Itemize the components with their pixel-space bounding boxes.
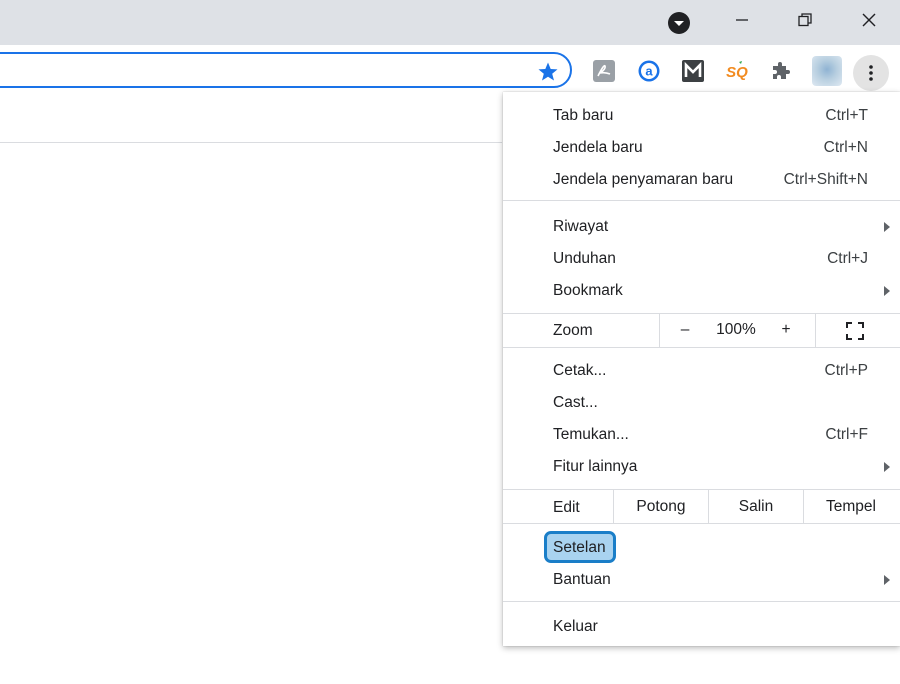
edit-label: Edit xyxy=(553,499,580,516)
menu-item-downloads[interactable]: Unduhan Ctrl+J xyxy=(503,243,900,275)
zoom-in-button[interactable]: + xyxy=(773,321,799,339)
puzzle-icon xyxy=(773,62,790,79)
menu-item-exit[interactable]: Keluar xyxy=(503,611,900,643)
submenu-arrow-icon xyxy=(884,286,890,296)
at-extension-button[interactable]: a xyxy=(637,59,661,83)
menu-item-more-tools[interactable]: Fitur lainnya xyxy=(503,451,900,483)
menu-item-find[interactable]: Temukan... Ctrl+F xyxy=(503,419,900,451)
menu-item-label: Cast... xyxy=(553,394,598,411)
menu-item-print[interactable]: Cetak... Ctrl+P xyxy=(503,355,900,387)
menu-item-settings[interactable]: Setelan xyxy=(503,532,900,564)
menu-item-label: Keluar xyxy=(553,618,598,635)
menu-separator xyxy=(503,200,900,201)
minimize-icon xyxy=(736,19,748,21)
menu-item-label: Cetak... xyxy=(553,362,607,379)
restore-button[interactable] xyxy=(783,0,827,40)
svg-text:a: a xyxy=(645,64,653,79)
menu-separator xyxy=(503,347,900,348)
submenu-arrow-icon xyxy=(884,575,890,585)
chrome-main-menu: Tab baru Ctrl+T Jendela baru Ctrl+N Jend… xyxy=(503,92,900,646)
menu-item-label: Unduhan xyxy=(553,250,616,267)
menu-item-label: Setelan xyxy=(553,539,606,556)
menu-separator xyxy=(503,601,900,602)
menu-item-new-window[interactable]: Jendela baru Ctrl+N xyxy=(503,132,900,164)
zoom-row: Zoom – 100% + xyxy=(503,314,900,347)
menu-item-bookmarks[interactable]: Bookmark xyxy=(503,275,900,307)
menu-item-label: Tab baru xyxy=(553,107,614,124)
zoom-level: 100% xyxy=(716,321,756,338)
menu-item-history[interactable]: Riwayat xyxy=(503,211,900,243)
chrome-menu-button[interactable] xyxy=(853,55,889,91)
pdf-extension-button[interactable] xyxy=(592,59,616,83)
sq-extension-icon: SQ xyxy=(726,61,748,81)
at-extension-icon: a xyxy=(638,60,660,82)
cell-divider xyxy=(659,314,660,347)
menu-item-help[interactable]: Bantuan xyxy=(503,564,900,596)
copy-button[interactable]: Salin xyxy=(709,498,803,516)
menu-item-incognito[interactable]: Jendela penyamaran baru Ctrl+Shift+N xyxy=(503,164,900,196)
bookmark-star-button[interactable] xyxy=(536,60,560,84)
menu-item-shortcut: Ctrl+T xyxy=(825,107,868,124)
cell-divider xyxy=(815,314,816,347)
extensions-button[interactable] xyxy=(769,59,793,83)
browser-toolbar xyxy=(0,45,900,97)
menu-item-shortcut: Ctrl+F xyxy=(825,426,868,443)
fullscreen-button[interactable] xyxy=(845,321,865,341)
menu-item-label: Riwayat xyxy=(553,218,609,235)
close-icon xyxy=(862,13,876,27)
kebab-menu-icon xyxy=(869,65,873,81)
edit-row: Edit Potong Salin Tempel xyxy=(503,490,900,523)
zoom-out-button[interactable]: – xyxy=(671,321,699,339)
menu-item-shortcut: Ctrl+N xyxy=(823,139,868,156)
menu-item-shortcut: Ctrl+J xyxy=(827,250,868,267)
paste-button[interactable]: Tempel xyxy=(804,498,898,516)
menu-separator xyxy=(503,523,900,524)
menu-item-label: Jendela penyamaran baru xyxy=(553,171,734,188)
menu-item-shortcut: Ctrl+P xyxy=(824,362,869,379)
minimize-button[interactable] xyxy=(720,0,764,40)
submenu-arrow-icon xyxy=(884,222,890,232)
cut-button[interactable]: Potong xyxy=(614,498,708,516)
m-extension-icon xyxy=(682,60,704,82)
fullscreen-icon xyxy=(846,322,864,340)
sq-extension-button[interactable]: SQ xyxy=(725,59,749,83)
menu-item-new-tab[interactable]: Tab baru Ctrl+T xyxy=(503,100,900,132)
address-bar[interactable] xyxy=(0,52,572,88)
title-bar xyxy=(0,0,900,45)
submenu-arrow-icon xyxy=(884,462,890,472)
menu-item-label: Jendela baru xyxy=(553,139,643,156)
menu-item-cast[interactable]: Cast... xyxy=(503,387,900,419)
menu-item-label: Bookmark xyxy=(553,282,623,299)
menu-item-shortcut: Ctrl+Shift+N xyxy=(783,171,868,188)
menu-item-label: Fitur lainnya xyxy=(553,458,638,475)
menu-item-label: Bantuan xyxy=(553,571,611,588)
svg-text:SQ: SQ xyxy=(726,64,748,81)
toolbar-divider xyxy=(0,142,502,143)
star-icon xyxy=(538,62,558,81)
menu-item-label: Temukan... xyxy=(553,426,629,443)
pdf-extension-icon xyxy=(593,60,615,82)
profile-avatar xyxy=(812,56,842,86)
m-extension-button[interactable] xyxy=(681,59,705,83)
zoom-label: Zoom xyxy=(553,322,593,339)
tab-search-button[interactable] xyxy=(668,12,690,34)
chevron-down-icon xyxy=(674,21,684,26)
close-button[interactable] xyxy=(847,0,891,40)
profile-button[interactable] xyxy=(812,56,842,86)
restore-icon xyxy=(798,13,812,27)
